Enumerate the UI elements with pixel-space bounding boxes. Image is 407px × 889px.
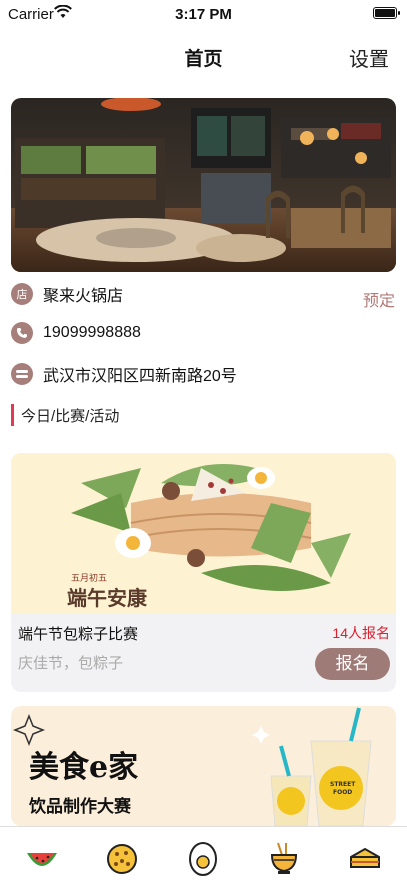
store-photo (11, 98, 396, 272)
svg-text:FOOD: FOOD (333, 789, 352, 796)
page-title: 首页 (184, 49, 223, 70)
tab-bar (0, 826, 407, 889)
section-header: 今日/比赛/活动 (11, 403, 119, 427)
clock: 3:17 PM (175, 6, 232, 23)
tab-cookie[interactable] (102, 839, 142, 879)
store-phone-row[interactable]: 19099998888 (11, 319, 141, 347)
event-subtitle-2: 饮品制作大赛 (29, 797, 131, 817)
status-bar: Carrier 3:17 PM (0, 0, 407, 30)
location-icon (11, 363, 33, 385)
store-icon: 店 (11, 283, 33, 305)
tab-watermelon[interactable] (22, 839, 62, 879)
signup-count: 14人报名 (332, 625, 390, 641)
svg-text:端午安康: 端午安康 (67, 586, 148, 610)
store-name-row: 店 聚来火锅店 (11, 280, 123, 308)
store-phone: 19099998888 (43, 324, 141, 341)
store-address-row: 武汉市汉阳区四新南路20号 (11, 360, 237, 388)
svg-text:五月初五: 五月初五 (71, 572, 107, 584)
battery-icon (373, 7, 400, 19)
svg-text:STREET: STREET (330, 781, 356, 788)
noodle-bowl-icon (270, 842, 298, 874)
event-title-2: 美食e家 (29, 750, 139, 785)
settings-button[interactable]: 设置 (349, 43, 389, 72)
tab-egg[interactable] (183, 839, 223, 879)
navigation-bar: 首页 设置 (0, 34, 407, 78)
watermelon-icon (27, 853, 57, 866)
cake-slice-icon (350, 847, 380, 868)
event-title: 端午节包粽子比赛 (18, 626, 139, 643)
event-card-dragon-boat[interactable]: 五月初五 端午安康 端午节包粽子比赛 14人报名 庆佳节，包粽子 报名 (11, 453, 396, 692)
event-subtitle: 庆佳节，包粽子 (18, 655, 124, 672)
egg-icon (189, 842, 217, 876)
section-accent-bar (11, 404, 14, 426)
event-banner-image: 五月初五 端午安康 (11, 453, 396, 613)
store-name: 聚来火锅店 (43, 288, 124, 305)
section-title: 今日/比赛/活动 (21, 407, 120, 425)
tab-noodles[interactable] (264, 839, 304, 879)
signup-button[interactable]: 报名 (315, 648, 390, 680)
reserve-button[interactable]: 预定 (363, 287, 395, 311)
phone-icon (11, 322, 33, 344)
cookie-icon (107, 844, 137, 874)
tab-cake[interactable] (345, 839, 385, 879)
store-address: 武汉市汉阳区四新南路20号 (43, 368, 237, 385)
event-card-drink-contest[interactable]: STREET FOOD 美食e家 饮品制作大赛 (11, 706, 396, 826)
